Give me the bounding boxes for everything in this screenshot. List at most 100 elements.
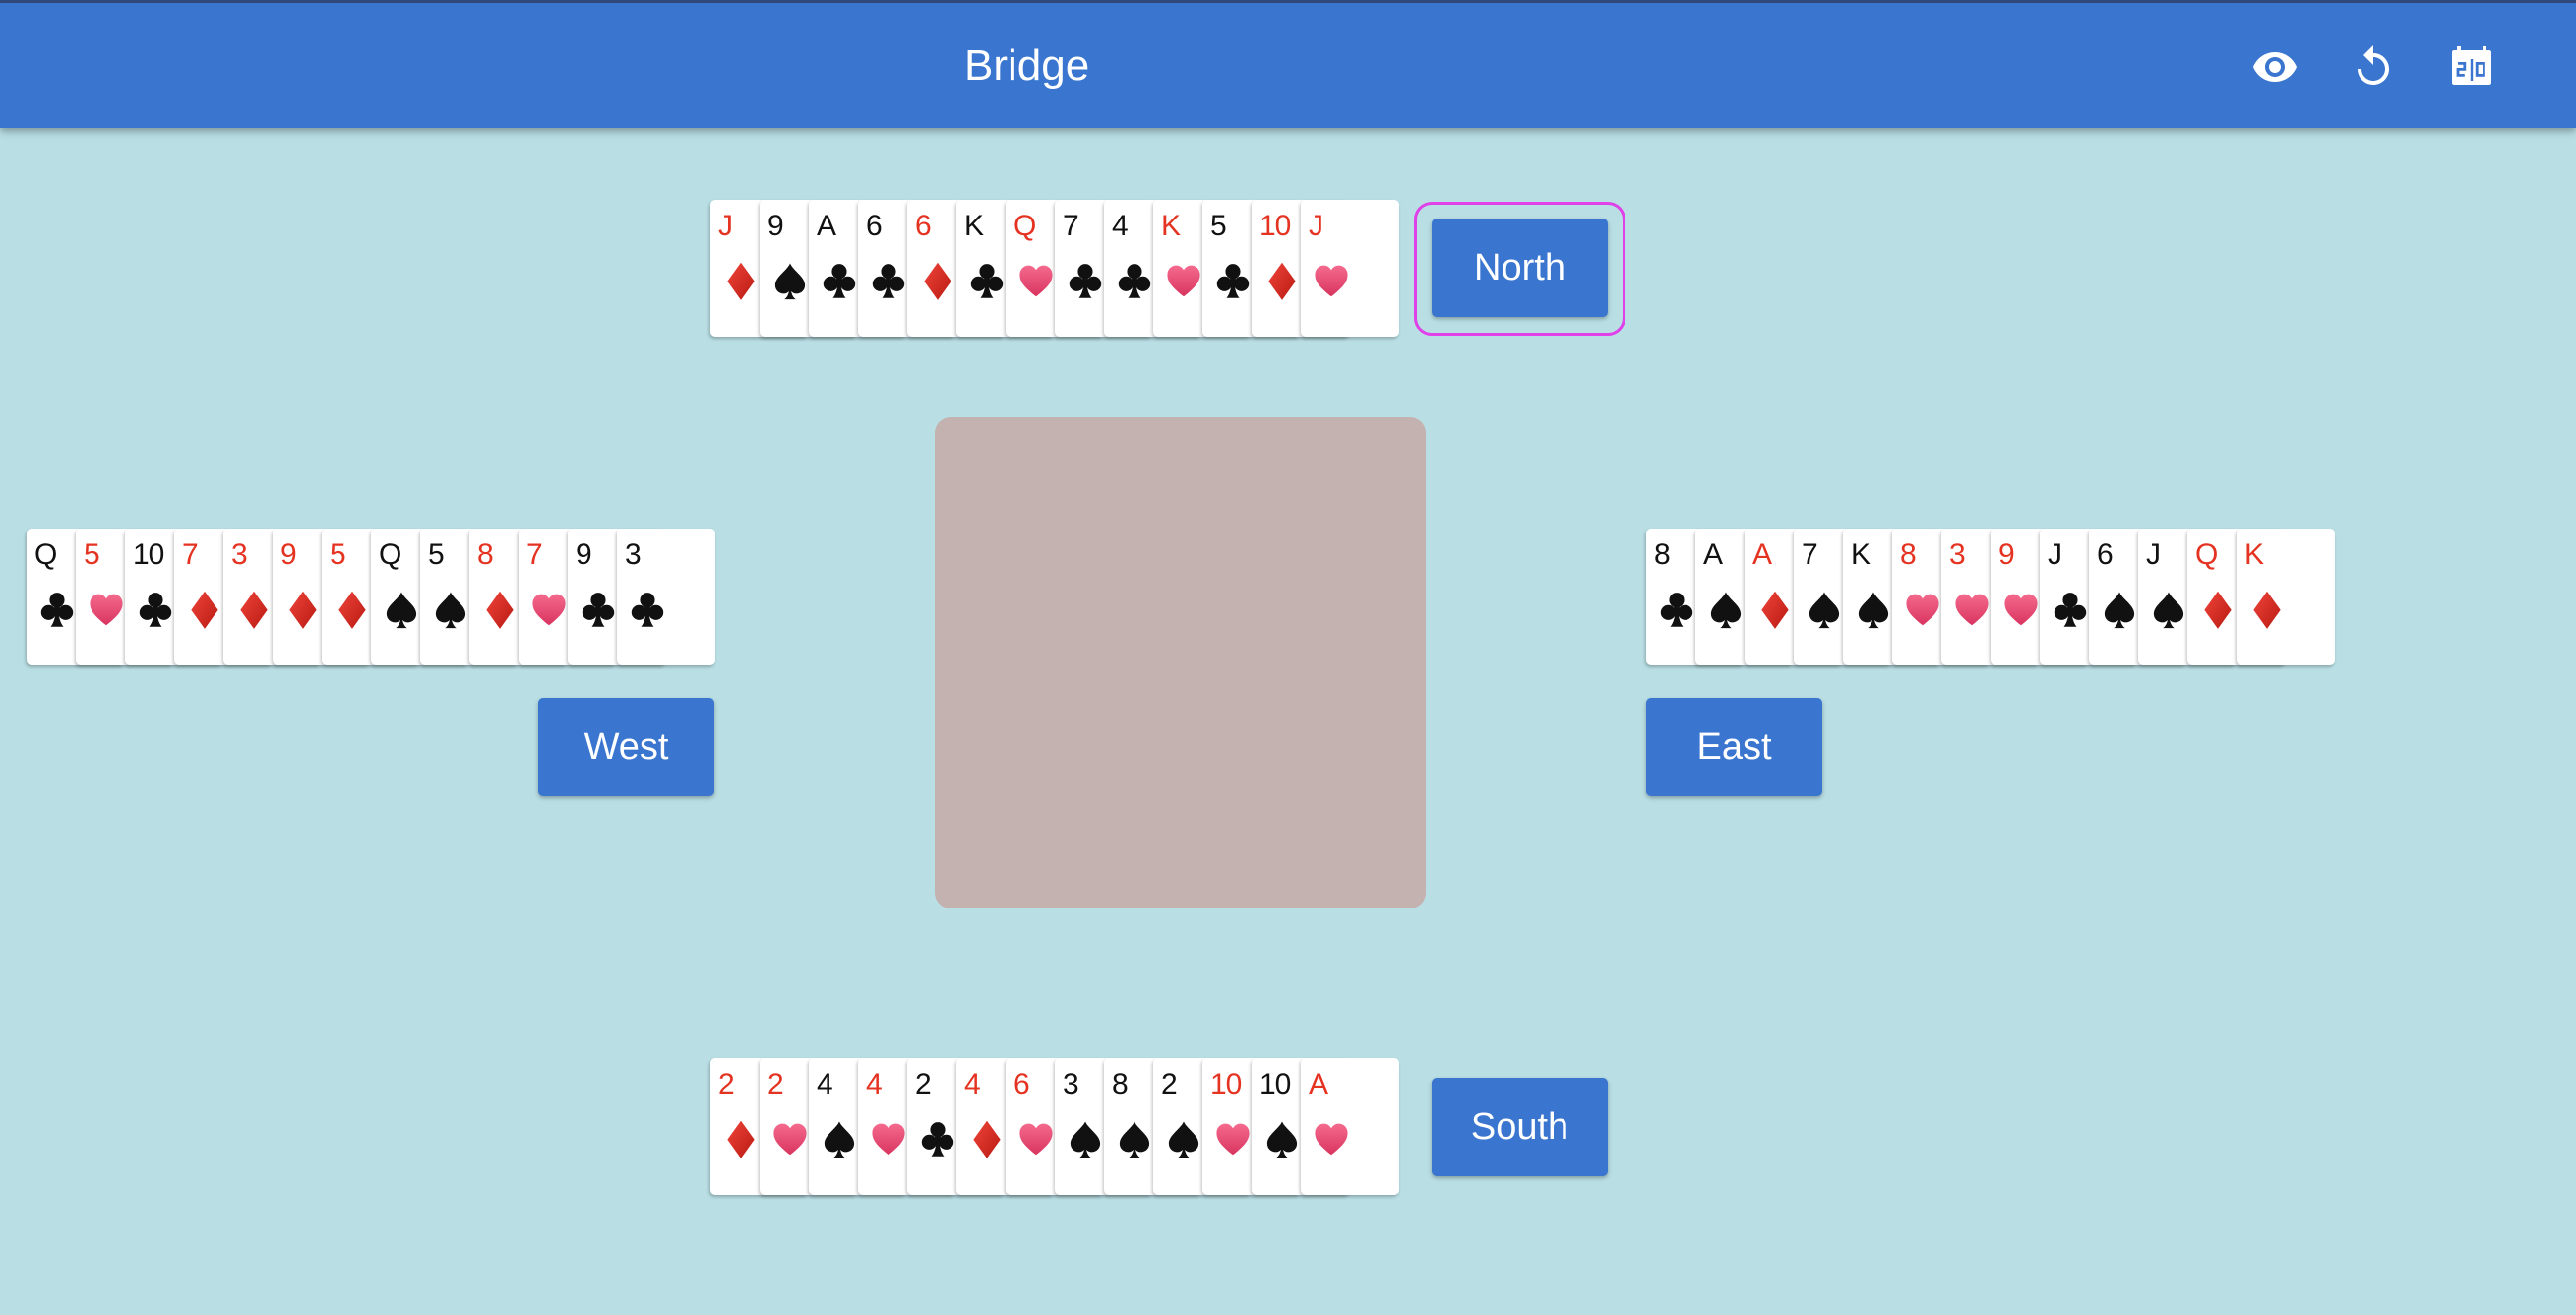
- spade-suit-icon: [1856, 591, 1891, 632]
- card-rank: 4: [817, 1068, 833, 1100]
- card-rank: 8: [1654, 538, 1671, 571]
- card-rank: 9: [1998, 538, 2015, 571]
- card-rank: 6: [2097, 538, 2114, 571]
- south-card[interactable]: A: [1301, 1058, 1399, 1195]
- heart-suit-icon: [1905, 591, 1940, 632]
- card-rank: 8: [1900, 538, 1917, 571]
- card-rank: Q: [379, 538, 401, 571]
- card-rank: 6: [1013, 1068, 1030, 1100]
- card-rank: 7: [1063, 210, 1079, 242]
- diamond-suit-icon: [187, 591, 222, 632]
- app-title: Bridge: [964, 41, 1090, 90]
- heart-suit-icon: [1215, 1120, 1251, 1161]
- diamond-suit-icon: [1757, 591, 1793, 632]
- card-rank: J: [2048, 538, 2062, 571]
- card-rank: 9: [767, 210, 784, 242]
- spade-suit-icon: [2102, 591, 2137, 632]
- card-rank: 6: [915, 210, 932, 242]
- card-rank: J: [2146, 538, 2161, 571]
- heart-suit-icon: [1954, 591, 1990, 632]
- diamond-suit-icon: [920, 262, 955, 303]
- heart-suit-icon: [1314, 262, 1349, 303]
- spade-suit-icon: [1117, 1120, 1152, 1161]
- club-suit-icon: [1117, 262, 1152, 303]
- south-button[interactable]: South: [1432, 1078, 1608, 1176]
- club-suit-icon: [1659, 591, 1694, 632]
- spade-suit-icon: [1264, 1120, 1300, 1161]
- west-button[interactable]: West: [538, 698, 714, 796]
- card-rank: K: [1161, 210, 1181, 242]
- trick-table: [935, 417, 1426, 908]
- card-rank: 10: [1210, 1068, 1242, 1100]
- card-rank: K: [1851, 538, 1871, 571]
- card-rank: 8: [1112, 1068, 1129, 1100]
- diamond-suit-icon: [335, 591, 370, 632]
- heart-suit-icon: [772, 1120, 808, 1161]
- card-rank: 8: [477, 538, 494, 571]
- diamond-suit-icon: [1264, 262, 1300, 303]
- club-suit-icon: [39, 591, 75, 632]
- card-rank: 10: [1259, 210, 1291, 242]
- heart-suit-icon: [1166, 262, 1201, 303]
- card-rank: 6: [866, 210, 883, 242]
- card-rank: 10: [133, 538, 164, 571]
- spade-suit-icon: [822, 1120, 857, 1161]
- club-suit-icon: [920, 1120, 955, 1161]
- eye-icon[interactable]: [2247, 39, 2302, 94]
- card-rank: A: [817, 210, 836, 242]
- diamond-suit-icon: [969, 1120, 1005, 1161]
- card-rank: 7: [526, 538, 543, 571]
- west-card[interactable]: 3: [617, 529, 715, 665]
- card-rank: Q: [34, 538, 57, 571]
- spade-suit-icon: [384, 591, 419, 632]
- spade-suit-icon: [1708, 591, 1744, 632]
- club-suit-icon: [822, 262, 857, 303]
- card-rank: 3: [625, 538, 642, 571]
- spade-suit-icon: [1166, 1120, 1201, 1161]
- east-button[interactable]: East: [1646, 698, 1822, 796]
- refresh-icon[interactable]: [2346, 39, 2401, 94]
- heart-suit-icon: [1314, 1120, 1349, 1161]
- card-rank: 7: [1802, 538, 1818, 571]
- card-rank: 9: [280, 538, 297, 571]
- card-rank: A: [1752, 538, 1772, 571]
- card-rank: 4: [1112, 210, 1129, 242]
- heart-suit-icon: [1018, 262, 1054, 303]
- heart-suit-icon: [89, 591, 124, 632]
- spade-suit-icon: [433, 591, 468, 632]
- card-rank: K: [2244, 538, 2264, 571]
- club-suit-icon: [2053, 591, 2088, 632]
- club-suit-icon: [138, 591, 173, 632]
- card-rank: K: [964, 210, 984, 242]
- card-rank: 5: [330, 538, 346, 571]
- diamond-suit-icon: [285, 591, 321, 632]
- card-rank: 4: [964, 1068, 981, 1100]
- card-rank: 5: [1210, 210, 1227, 242]
- spade-suit-icon: [772, 262, 808, 303]
- diamond-suit-icon: [236, 591, 272, 632]
- card-rank: 4: [866, 1068, 883, 1100]
- card-rank: 3: [1949, 538, 1966, 571]
- card-rank: 9: [576, 538, 592, 571]
- heart-suit-icon: [531, 591, 567, 632]
- heart-suit-icon: [2003, 591, 2039, 632]
- diamond-suit-icon: [2200, 591, 2236, 632]
- spade-suit-icon: [1068, 1120, 1103, 1161]
- card-rank: 7: [182, 538, 199, 571]
- club-suit-icon: [969, 262, 1005, 303]
- card-rank: 2: [1161, 1068, 1178, 1100]
- card-rank: 3: [231, 538, 248, 571]
- card-rank: 10: [1259, 1068, 1291, 1100]
- card-rank: J: [718, 210, 733, 242]
- club-suit-icon: [581, 591, 616, 632]
- diamond-suit-icon: [723, 262, 759, 303]
- club-suit-icon: [871, 262, 906, 303]
- club-suit-icon: [630, 591, 665, 632]
- north-card[interactable]: J: [1301, 200, 1399, 337]
- east-card[interactable]: K: [2237, 529, 2335, 665]
- card-rank: 3: [1063, 1068, 1079, 1100]
- app-bar: Bridge: [0, 0, 2576, 128]
- scoreboard-icon[interactable]: [2444, 39, 2499, 94]
- north-button[interactable]: North: [1432, 219, 1608, 317]
- card-rank: J: [1309, 210, 1323, 242]
